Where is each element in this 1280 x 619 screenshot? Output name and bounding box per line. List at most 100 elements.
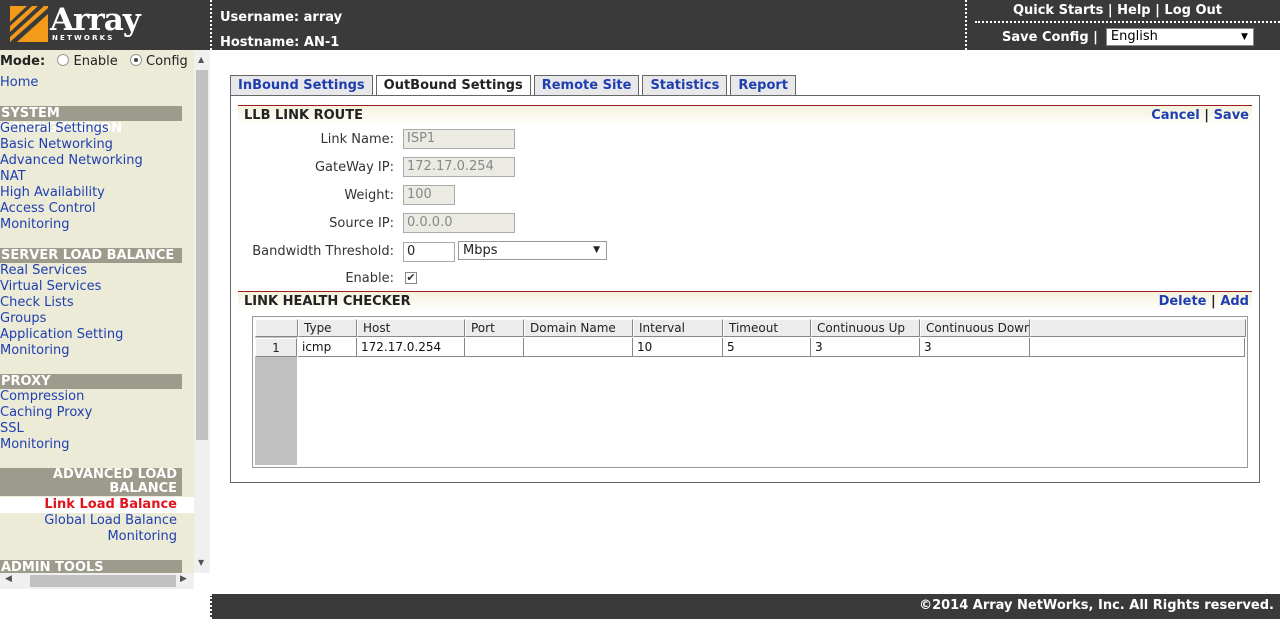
link-route-title: LLB LINK ROUTE: [244, 108, 363, 123]
section-system-configuration: SYSTEM CONFIGURATION: [0, 106, 182, 136]
add-button[interactable]: Add: [1220, 294, 1249, 309]
cell-continuous-down[interactable]: 3: [920, 338, 1030, 357]
username-label: Username: array: [220, 10, 343, 25]
link-name-label: Link Name:: [320, 132, 395, 147]
tab-report[interactable]: Report: [730, 75, 797, 96]
column-header-filler: [1030, 319, 1246, 337]
tab-remote-site[interactable]: Remote Site: [533, 75, 640, 96]
link-name-field[interactable]: ISP1: [403, 129, 515, 149]
scroll-down-icon[interactable]: ▼: [198, 558, 204, 567]
sidebar-item-llb-monitoring[interactable]: Monitoring: [107, 529, 177, 544]
mode-enable-radio[interactable]: [57, 54, 70, 66]
column-header-continuous-up[interactable]: Continuous Up: [811, 319, 920, 337]
brand-logo[interactable]: Array NETWORKS: [0, 0, 211, 50]
sidebar-item-general-settings[interactable]: General Settings: [0, 121, 109, 136]
logout-link[interactable]: Log Out: [1164, 3, 1222, 18]
scrollbar-thumb[interactable]: [30, 575, 176, 587]
language-value: English: [1110, 29, 1158, 44]
source-ip-field[interactable]: 0.0.0.0: [403, 213, 515, 233]
header-divider: [210, 0, 212, 50]
column-header-host[interactable]: Host: [357, 319, 465, 337]
sidebar-item-global-load-balance[interactable]: Global Load Balance: [44, 513, 177, 528]
link-separator: |: [1088, 29, 1098, 45]
column-header-interval[interactable]: Interval: [633, 319, 723, 337]
session-info: Username: array Hostname: AN-1: [220, 5, 342, 55]
sidebar-item-check-lists[interactable]: Check Lists: [0, 295, 74, 310]
weight-label: Weight:: [344, 188, 394, 203]
sidebar-item-link-load-balance[interactable]: Link Load Balance: [44, 497, 177, 512]
column-header-domain-name[interactable]: Domain Name: [524, 319, 633, 337]
scroll-up-icon[interactable]: ▲: [198, 55, 204, 64]
column-header-continuous-down[interactable]: Continuous Down: [920, 319, 1030, 337]
cell-timeout[interactable]: 5: [723, 338, 811, 357]
bandwidth-threshold-field[interactable]: 0: [403, 242, 455, 262]
cell-continuous-up[interactable]: 3: [811, 338, 920, 357]
bandwidth-unit-select[interactable]: Mbps ▼: [458, 241, 607, 260]
chevron-down-icon: ▼: [1240, 32, 1248, 42]
sidebar-item-proxy-monitoring[interactable]: Monitoring: [0, 437, 70, 452]
sidebar-horizontal-scrollbar[interactable]: ◀ ▶: [0, 573, 194, 589]
gateway-ip-field[interactable]: 172.17.0.254: [403, 157, 515, 177]
source-ip-label: Source IP:: [329, 216, 394, 231]
chevron-down-icon: ▼: [593, 245, 600, 255]
sidebar-item-monitoring[interactable]: Monitoring: [0, 217, 70, 232]
save-button[interactable]: Save: [1214, 108, 1249, 123]
hostname-label: Hostname: AN-1: [220, 35, 340, 50]
enable-checkbox[interactable]: ✔: [405, 272, 417, 284]
health-checker-title: LINK HEALTH CHECKER: [244, 294, 411, 309]
sidebar-item-basic-networking[interactable]: Basic Networking: [0, 137, 113, 152]
outbound-settings-panel: LLB LINK ROUTE Cancel | Save Link Name: …: [230, 95, 1260, 483]
column-header-timeout[interactable]: Timeout: [723, 319, 811, 337]
top-header: Array NETWORKS Username: array Hostname:…: [0, 0, 1280, 50]
section-proxy: PROXY: [0, 374, 182, 389]
enable-label: Enable:: [345, 271, 394, 286]
scroll-left-icon[interactable]: ◀: [5, 574, 12, 584]
scrollbar-thumb[interactable]: [196, 70, 208, 440]
tab-statistics[interactable]: Statistics: [642, 75, 728, 96]
sidebar-vertical-scrollbar[interactable]: ▲ ▼: [194, 50, 210, 573]
sidebar-item-slb-monitoring[interactable]: Monitoring: [0, 343, 70, 358]
weight-field[interactable]: 100: [403, 185, 455, 205]
footer-left-blank: [0, 594, 210, 619]
scroll-right-icon[interactable]: ▶: [180, 574, 187, 584]
cell-host[interactable]: 172.17.0.254: [357, 338, 465, 357]
sidebar-item-home[interactable]: Home: [0, 75, 38, 90]
column-header-port[interactable]: Port: [465, 319, 524, 337]
column-header-type[interactable]: Type: [298, 319, 357, 337]
sidebar-item-virtual-services[interactable]: Virtual Services: [0, 279, 101, 294]
cell-port[interactable]: [465, 338, 524, 357]
sidebar-item-groups[interactable]: Groups: [0, 311, 46, 326]
sidebar-item-caching-proxy[interactable]: Caching Proxy: [0, 405, 92, 420]
sidebar-item-compression[interactable]: Compression: [0, 389, 84, 404]
top-links: Quick Starts | Help | Log Out: [1013, 3, 1222, 18]
mode-config-radio[interactable]: [129, 54, 142, 66]
delete-button[interactable]: Delete: [1159, 294, 1207, 309]
sidebar-item-access-control[interactable]: Access Control: [0, 201, 96, 216]
sidebar-item-high-availability[interactable]: High Availability: [0, 185, 105, 200]
link-route-actions: Cancel | Save: [1151, 108, 1249, 123]
health-checker-actions: Delete | Add: [1159, 294, 1249, 309]
header-divider-right: [965, 0, 967, 50]
sidebar-item-ssl[interactable]: SSL: [0, 421, 24, 436]
cell-domain-name[interactable]: [524, 338, 633, 357]
tab-outbound-settings[interactable]: OutBound Settings: [375, 75, 531, 97]
array-logo-icon: [10, 6, 48, 42]
quick-starts-link[interactable]: Quick Starts: [1013, 3, 1103, 18]
sidebar-nav: Mode: Enable Config Home SYSTEM CONFIGUR…: [0, 50, 194, 573]
sidebar-item-real-services[interactable]: Real Services: [0, 263, 87, 278]
sidebar-item-application-setting[interactable]: Application Setting: [0, 327, 123, 342]
cell-type[interactable]: icmp: [298, 338, 357, 357]
help-link[interactable]: Help: [1117, 3, 1150, 18]
mode-config-label: Config: [146, 54, 188, 69]
tab-bar: InBound Settings OutBound Settings Remot…: [230, 75, 799, 97]
cell-interval[interactable]: 10: [633, 338, 723, 357]
link-route-header: LLB LINK ROUTE Cancel | Save: [238, 105, 1252, 125]
save-config-link[interactable]: Save Config: [1002, 30, 1089, 45]
sidebar-item-nat[interactable]: NAT: [0, 169, 26, 184]
tab-inbound-settings[interactable]: InBound Settings: [230, 75, 373, 96]
language-select[interactable]: English ▼: [1105, 28, 1254, 46]
section-title-line1: ADVANCED LOAD: [52, 467, 177, 482]
sidebar-item-advanced-networking[interactable]: Advanced Networking: [0, 153, 143, 168]
section-advanced-load-balance: ADVANCED LOAD BALANCE: [0, 468, 182, 496]
cancel-button[interactable]: Cancel: [1151, 108, 1200, 123]
